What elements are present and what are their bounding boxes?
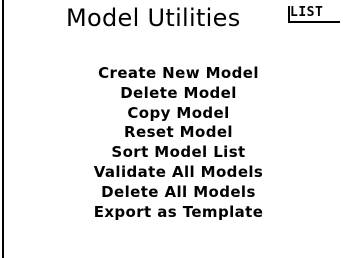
list-badge-label: LIST: [290, 5, 324, 20]
menu-item-create-new-model[interactable]: Create New Model: [0, 64, 343, 84]
list-button[interactable]: LIST: [286, 5, 343, 23]
page-title: Model Utilities: [66, 4, 241, 32]
model-utilities-menu: Create New Model Delete Model Copy Model…: [0, 64, 343, 222]
menu-item-validate-all-models[interactable]: Validate All Models: [0, 163, 343, 183]
menu-item-reset-model[interactable]: Reset Model: [0, 123, 343, 143]
menu-item-export-as-template[interactable]: Export as Template: [0, 203, 343, 223]
menu-item-sort-model-list[interactable]: Sort Model List: [0, 143, 343, 163]
menu-item-copy-model[interactable]: Copy Model: [0, 104, 343, 124]
model-utilities-screen: Model Utilities LIST Create New Model De…: [0, 0, 343, 258]
menu-item-delete-all-models[interactable]: Delete All Models: [0, 183, 343, 203]
menu-item-delete-model[interactable]: Delete Model: [0, 84, 343, 104]
list-badge-underline: [288, 21, 340, 23]
